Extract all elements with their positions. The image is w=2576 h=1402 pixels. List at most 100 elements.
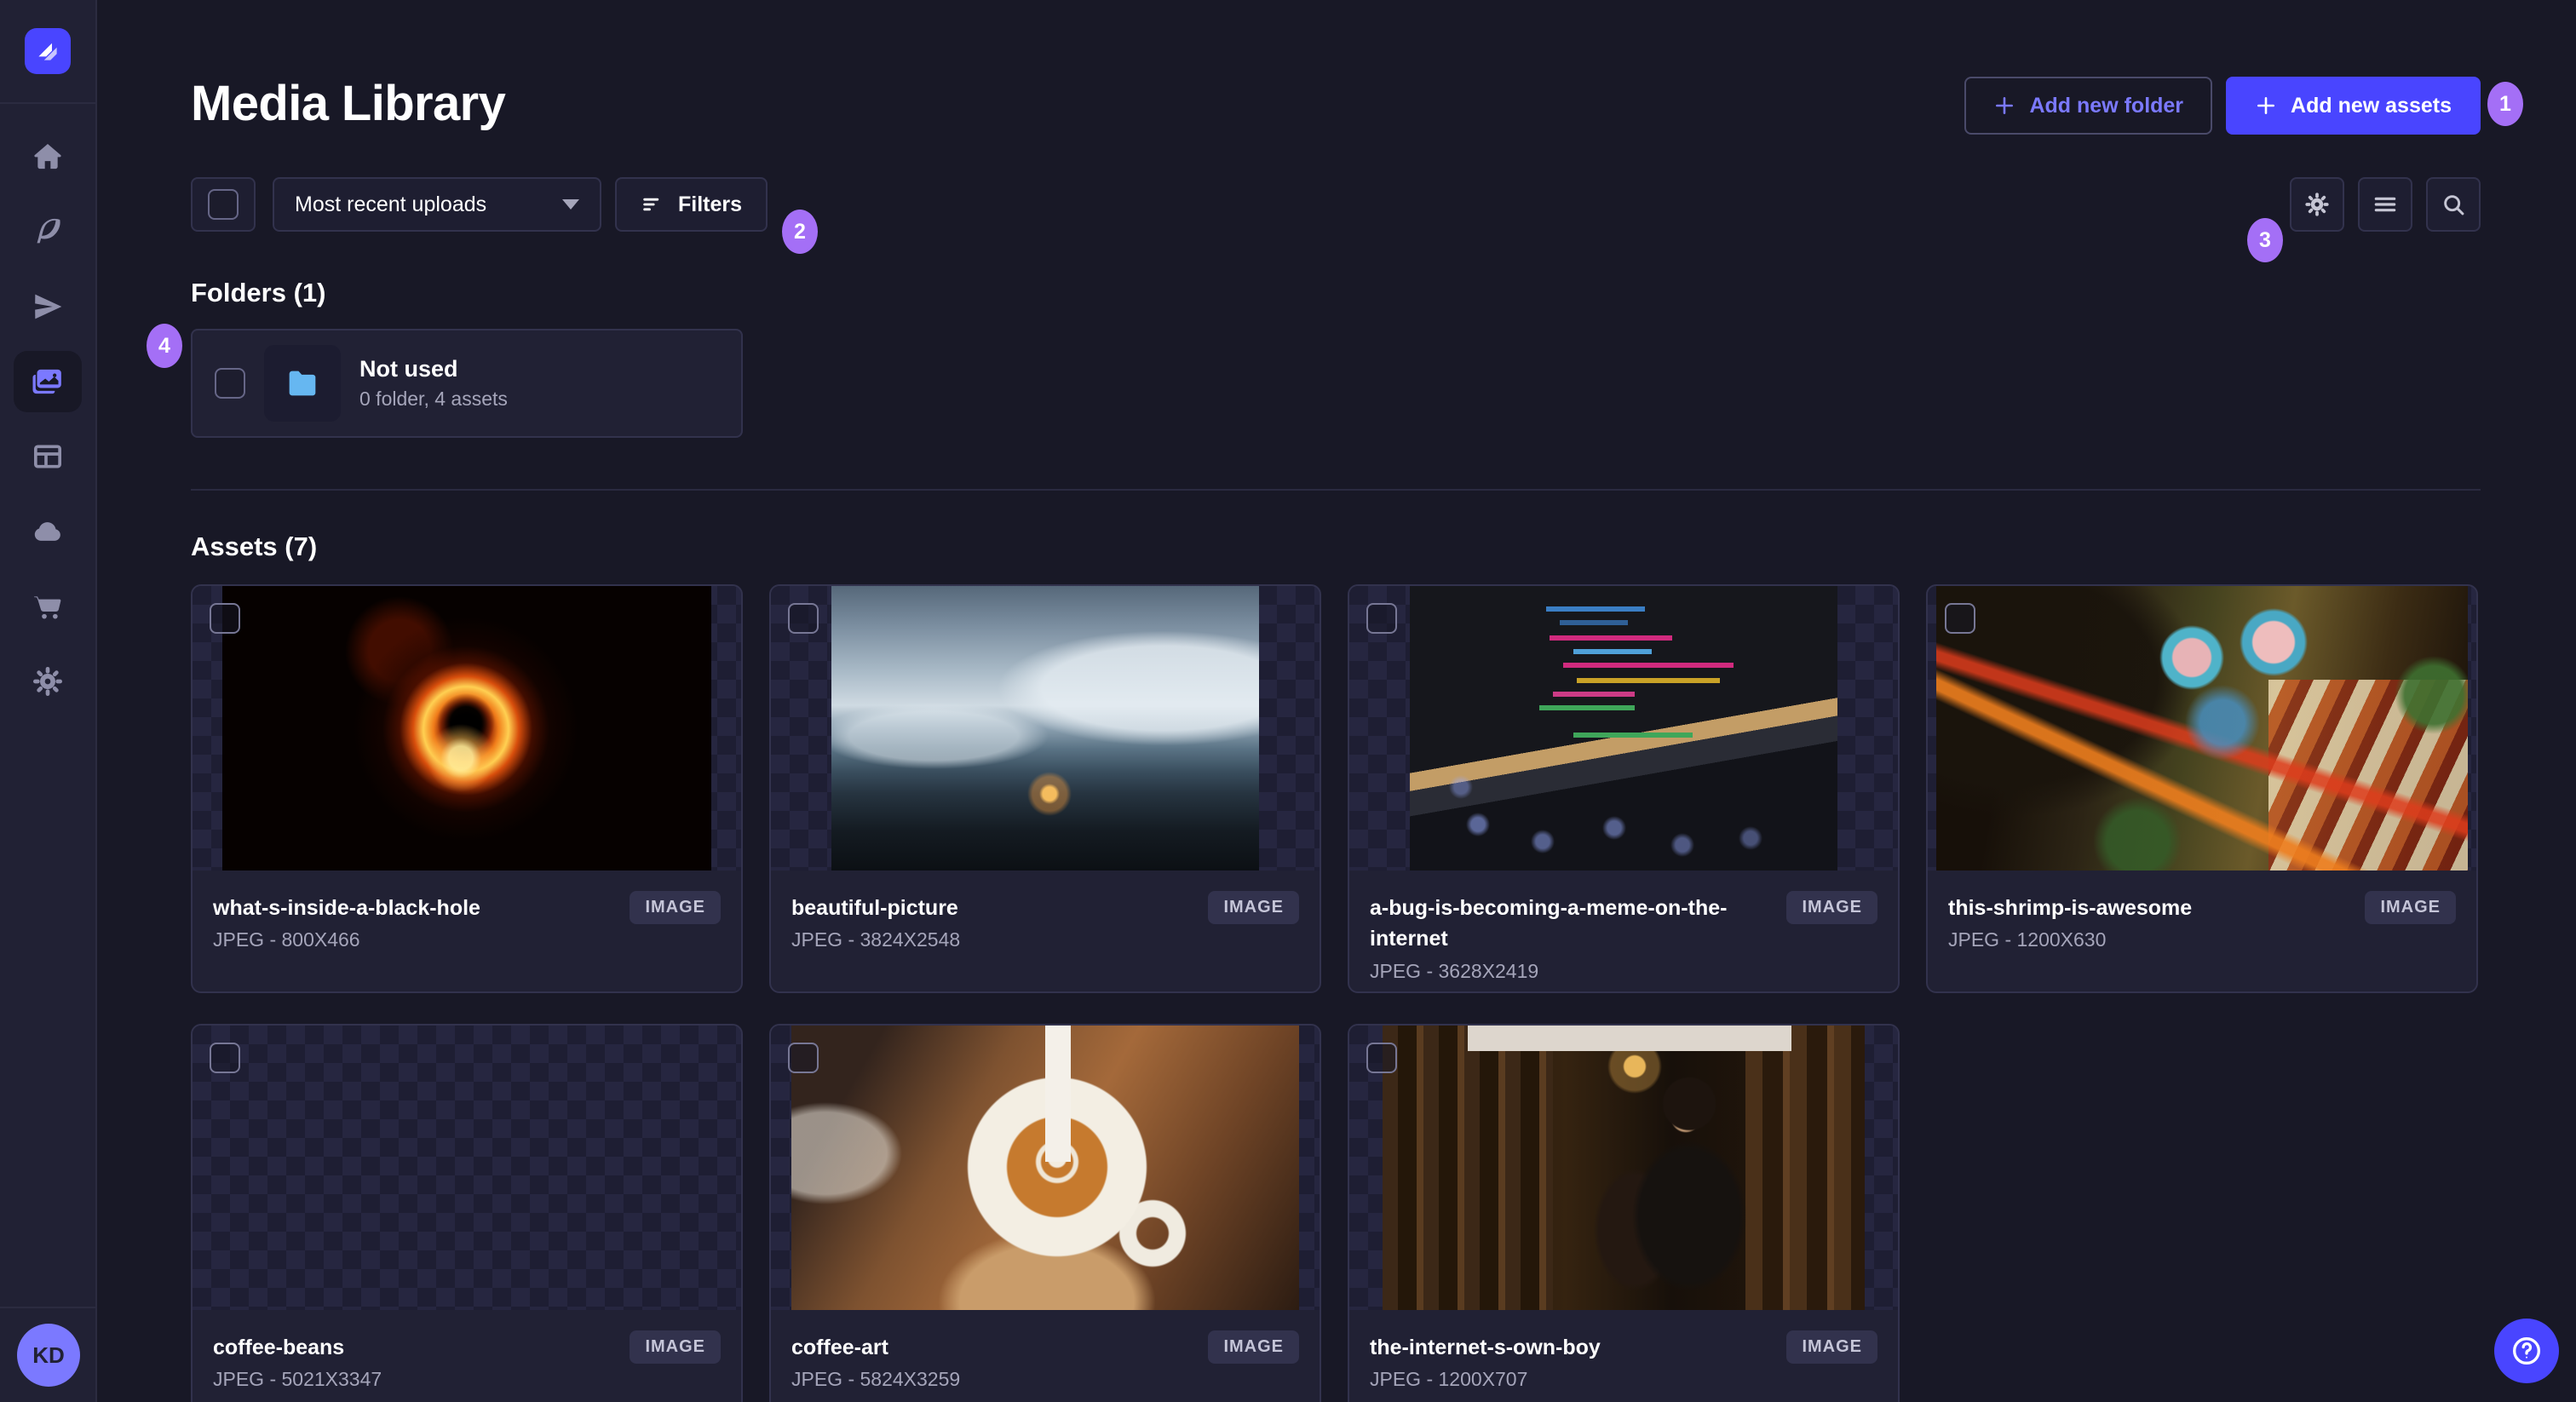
asset-caption: what-s-inside-a-black-hole JPEG - 800X46…	[193, 871, 741, 951]
sidebar-item-home[interactable]	[0, 119, 96, 194]
sidebar-item-content[interactable]	[0, 194, 96, 269]
view-settings-button[interactable]	[2290, 177, 2344, 232]
asset-type-badge: IMAGE	[1208, 891, 1299, 924]
main-content: Media Library Add new folder Add new ass…	[97, 0, 2576, 1402]
toolbar: Most recent uploads Filters	[191, 177, 2481, 232]
layout-icon	[14, 426, 82, 487]
asset-image	[1383, 1026, 1865, 1310]
select-all-checkbox[interactable]	[208, 189, 239, 220]
asset-card[interactable]: a-bug-is-becoming-a-meme-on-the-internet…	[1348, 584, 1900, 993]
list-icon	[2374, 197, 2396, 212]
asset-grid: what-s-inside-a-black-hole JPEG - 800X46…	[191, 584, 2481, 1402]
assets-section: Assets (7) what-s-inside-a-black-hole JP…	[191, 531, 2481, 1402]
annotation-marker-1: 1	[2487, 82, 2523, 126]
asset-meta: JPEG - 5021X3347	[213, 1368, 382, 1391]
asset-meta: JPEG - 3628X2419	[1370, 959, 1539, 982]
cart-icon	[14, 576, 82, 637]
asset-meta: JPEG - 5824X3259	[791, 1368, 961, 1391]
search-button[interactable]	[2426, 177, 2481, 232]
page-title: Media Library	[191, 76, 506, 131]
asset-title: a-bug-is-becoming-a-meme-on-the-internet	[1370, 896, 1728, 951]
sidebar-nav	[0, 104, 96, 719]
asset-card[interactable]: coffee-beans JPEG - 5021X3347 IMAGE	[191, 1024, 743, 1402]
asset-thumbnail	[771, 1026, 1320, 1310]
asset-text: this-shrimp-is-awesome JPEG - 1200X630	[1948, 893, 2351, 951]
select-all-button[interactable]	[191, 177, 256, 232]
gear-icon	[14, 651, 82, 712]
asset-title: coffee-beans	[213, 1336, 345, 1359]
asset-thumbnail	[771, 586, 1320, 871]
folders-section: Folders (1) Not used 0 folder, 4 assets	[191, 278, 2481, 438]
asset-checkbox[interactable]	[788, 603, 819, 634]
sidebar-item-cloud[interactable]	[0, 494, 96, 569]
asset-text: what-s-inside-a-black-hole JPEG - 800X46…	[213, 893, 616, 951]
paper-plane-icon	[14, 276, 82, 337]
filters-button[interactable]: Filters	[615, 177, 768, 232]
logo-container	[0, 0, 96, 104]
add-new-folder-label: Add new folder	[2029, 93, 2184, 118]
sidebar-footer: KD	[0, 1307, 97, 1402]
page-header: Media Library Add new folder Add new ass…	[97, 0, 2576, 135]
sidebar-item-content-type-builder[interactable]	[0, 419, 96, 494]
chevron-down-icon	[562, 199, 579, 210]
folder-name: Not used	[359, 356, 458, 382]
help-button[interactable]	[2494, 1319, 2559, 1383]
asset-title: this-shrimp-is-awesome	[1948, 896, 2193, 920]
sidebar-item-releases[interactable]	[0, 269, 96, 344]
avatar[interactable]: KD	[17, 1324, 80, 1387]
asset-image	[253, 1026, 681, 1310]
sidebar-item-media-library[interactable]	[0, 344, 96, 419]
asset-card[interactable]: this-shrimp-is-awesome JPEG - 1200X630 I…	[1926, 584, 2478, 993]
asset-text: the-internet-s-own-boy JPEG - 1200X707	[1370, 1332, 1773, 1391]
asset-type-badge: IMAGE	[1786, 1330, 1877, 1364]
asset-text: beautiful-picture JPEG - 3824X2548	[791, 893, 1194, 951]
annotation-marker-2: 2	[782, 210, 818, 254]
asset-thumbnail	[1928, 586, 2476, 871]
plus-icon	[1996, 97, 2014, 114]
asset-caption: coffee-art JPEG - 5824X3259 IMAGE	[771, 1310, 1320, 1391]
asset-thumbnail	[1349, 586, 1898, 871]
folder-icon	[289, 371, 316, 396]
asset-caption: the-internet-s-own-boy JPEG - 1200X707 I…	[1349, 1310, 1898, 1391]
asset-text: coffee-beans JPEG - 5021X3347	[213, 1332, 616, 1391]
folder-card[interactable]: Not used 0 folder, 4 assets	[191, 329, 743, 438]
media-library-icon	[14, 351, 82, 412]
asset-image	[222, 586, 711, 871]
sort-dropdown-value: Most recent uploads	[295, 192, 487, 216]
asset-image	[791, 1026, 1299, 1310]
asset-text: a-bug-is-becoming-a-meme-on-the-internet…	[1370, 893, 1773, 983]
header-actions: Add new folder Add new assets	[1964, 77, 2481, 135]
add-new-folder-button[interactable]: Add new folder	[1964, 77, 2213, 135]
assets-heading: Assets (7)	[191, 531, 318, 561]
plus-icon	[2257, 97, 2275, 114]
asset-checkbox[interactable]	[1366, 1043, 1397, 1073]
asset-card[interactable]: what-s-inside-a-black-hole JPEG - 800X46…	[191, 584, 743, 993]
asset-checkbox[interactable]	[1945, 603, 1975, 634]
asset-image	[831, 586, 1259, 871]
add-new-assets-button[interactable]: Add new assets	[2226, 77, 2481, 135]
asset-caption: beautiful-picture JPEG - 3824X2548 IMAGE	[771, 871, 1320, 951]
asset-checkbox[interactable]	[210, 603, 240, 634]
folder-checkbox[interactable]	[215, 368, 245, 399]
gear-icon	[2305, 192, 2329, 216]
sidebar-item-settings[interactable]	[0, 644, 96, 719]
folder-meta: 0 folder, 4 assets	[359, 388, 508, 410]
asset-image	[1410, 586, 1837, 871]
asset-checkbox[interactable]	[210, 1043, 240, 1073]
sidebar: KD	[0, 0, 97, 1402]
asset-thumbnail	[193, 1026, 741, 1310]
asset-card[interactable]: the-internet-s-own-boy JPEG - 1200X707 I…	[1348, 1024, 1900, 1402]
sort-dropdown[interactable]: Most recent uploads	[273, 177, 601, 232]
filter-icon	[643, 198, 659, 211]
asset-card[interactable]: beautiful-picture JPEG - 3824X2548 IMAGE	[769, 584, 1321, 993]
asset-card[interactable]: coffee-art JPEG - 5824X3259 IMAGE	[769, 1024, 1321, 1402]
asset-checkbox[interactable]	[1366, 603, 1397, 634]
cloud-icon	[14, 501, 82, 562]
strapi-logo[interactable]	[25, 28, 71, 74]
strapi-logo-icon	[38, 43, 57, 60]
asset-type-badge: IMAGE	[630, 1330, 721, 1364]
asset-checkbox[interactable]	[788, 1043, 819, 1073]
question-mark-icon	[2512, 1336, 2541, 1365]
list-view-button[interactable]	[2358, 177, 2412, 232]
sidebar-item-marketplace[interactable]	[0, 569, 96, 644]
